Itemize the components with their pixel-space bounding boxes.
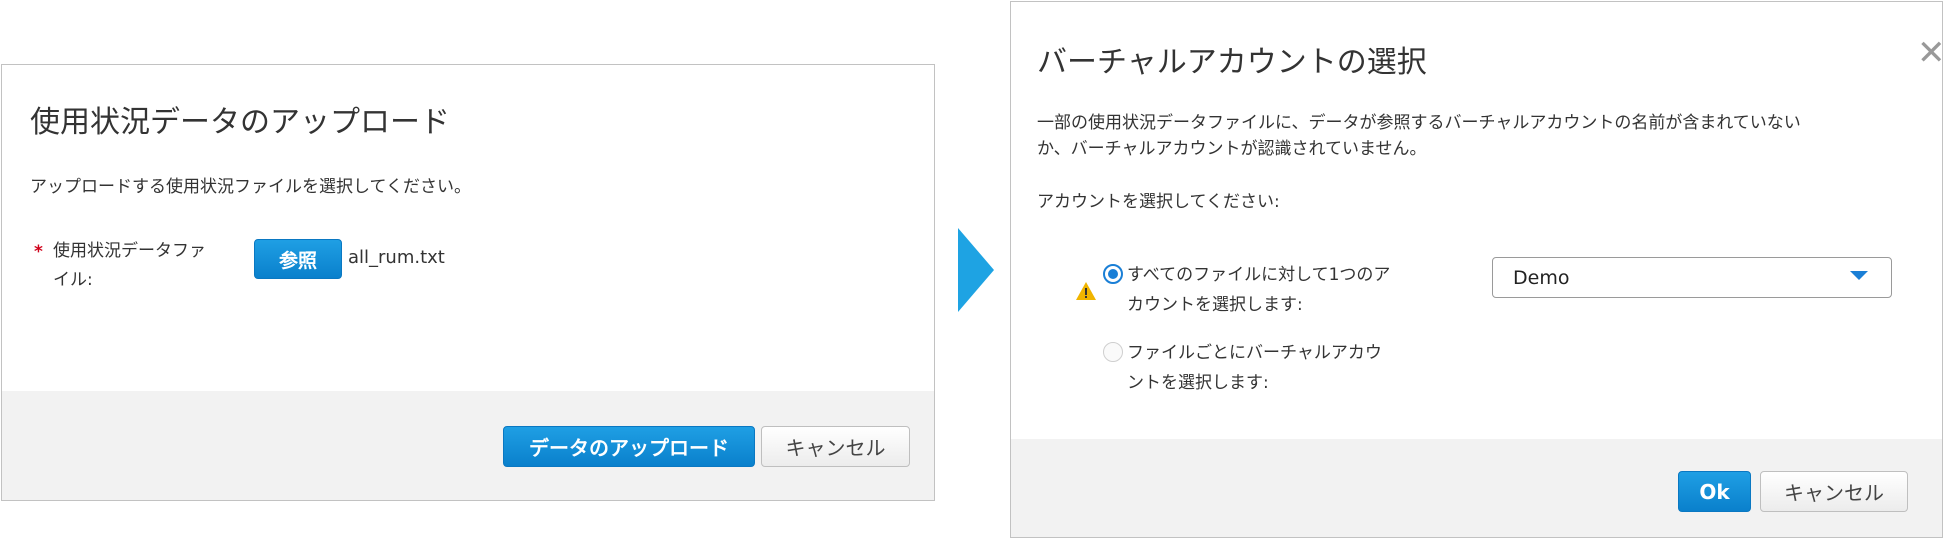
radio-single-account[interactable] (1103, 264, 1123, 284)
account-select-value: Demo (1513, 267, 1570, 289)
upload-data-button[interactable]: データのアップロード (503, 426, 755, 467)
usage-file-label-line2: イル: (53, 270, 93, 290)
ok-button[interactable]: Ok (1678, 471, 1751, 512)
radio-per-file-account[interactable] (1103, 342, 1123, 362)
selected-file-name: all_rum.txt (348, 247, 445, 268)
select-account-prompt: アカウントを選択してください: (1037, 192, 1280, 212)
cancel-button[interactable]: キャンセル (1760, 471, 1908, 512)
description-line-1: 一部の使用状況データファイルに、データが参照するバーチャルアカウントの名前が含ま… (1037, 113, 1801, 133)
select-virtual-account-dialog: バーチャルアカウントの選択 ✕ 一部の使用状況データファイルに、データが参照する… (1010, 1, 1943, 538)
option-per-file-line2: ントを選択します: (1127, 373, 1269, 393)
option-single-account-line2: カウントを選択します: (1127, 295, 1303, 315)
browse-button[interactable]: 参照 (254, 239, 342, 279)
chevron-right-arrow (958, 228, 994, 312)
close-icon[interactable]: ✕ (1917, 36, 1942, 70)
dialog-title: 使用状況データのアップロード (30, 105, 450, 140)
account-select[interactable]: Demo (1492, 257, 1892, 298)
warning-triangle-icon (1076, 282, 1096, 300)
instruction-text: アップロードする使用状況ファイルを選択してください。 (30, 177, 471, 197)
usage-file-label-line1: 使用状況データファ (53, 241, 206, 261)
usage-file-label: 使用状況データファ イル: (53, 237, 206, 295)
option-per-file-label[interactable]: ファイルごとにバーチャルアカウ ントを選択します: (1127, 338, 1382, 398)
caret-down-icon (1850, 271, 1868, 280)
cancel-button[interactable]: キャンセル (761, 426, 910, 467)
option-per-file-line1: ファイルごとにバーチャルアカウ (1127, 343, 1382, 363)
description-line-2: か、バーチャルアカウントが認識されていません。 (1037, 139, 1427, 159)
option-single-account-line1: すべてのファイルに対して1つのア (1127, 265, 1391, 285)
required-marker: * (34, 242, 43, 262)
option-single-account-label[interactable]: すべてのファイルに対して1つのア カウントを選択します: (1127, 260, 1390, 320)
upload-usage-data-dialog: 使用状況データのアップロード アップロードする使用状況ファイルを選択してください… (1, 64, 935, 501)
dialog-title: バーチャルアカウントの選択 (1037, 45, 1427, 80)
